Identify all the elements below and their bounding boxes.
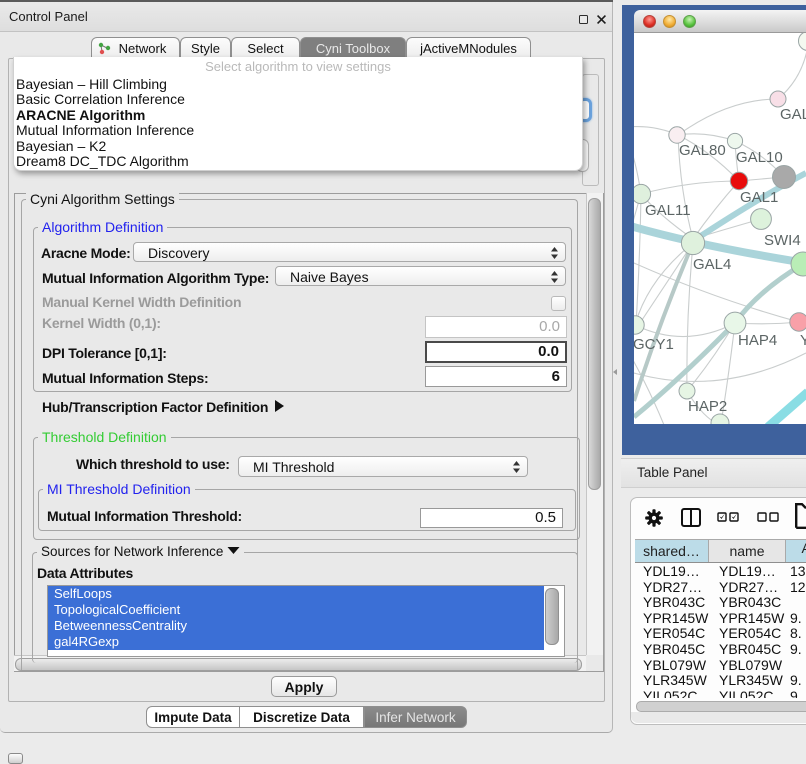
svg-text:GAL4: GAL4 — [693, 256, 731, 273]
svg-text:HAP2: HAP2 — [688, 398, 727, 415]
svg-text:GAL10: GAL10 — [736, 149, 783, 166]
svg-text:SWI4: SWI4 — [764, 232, 801, 249]
svg-text:GCY1: GCY1 — [634, 336, 674, 353]
svg-text:GAL1: GAL1 — [740, 189, 778, 206]
svg-text:GAL: GAL — [780, 106, 806, 123]
svg-text:GAL80: GAL80 — [679, 142, 726, 159]
svg-text:GAL11: GAL11 — [645, 202, 691, 219]
svg-text:Y: Y — [800, 332, 806, 349]
svg-text:HAP4: HAP4 — [738, 332, 777, 349]
